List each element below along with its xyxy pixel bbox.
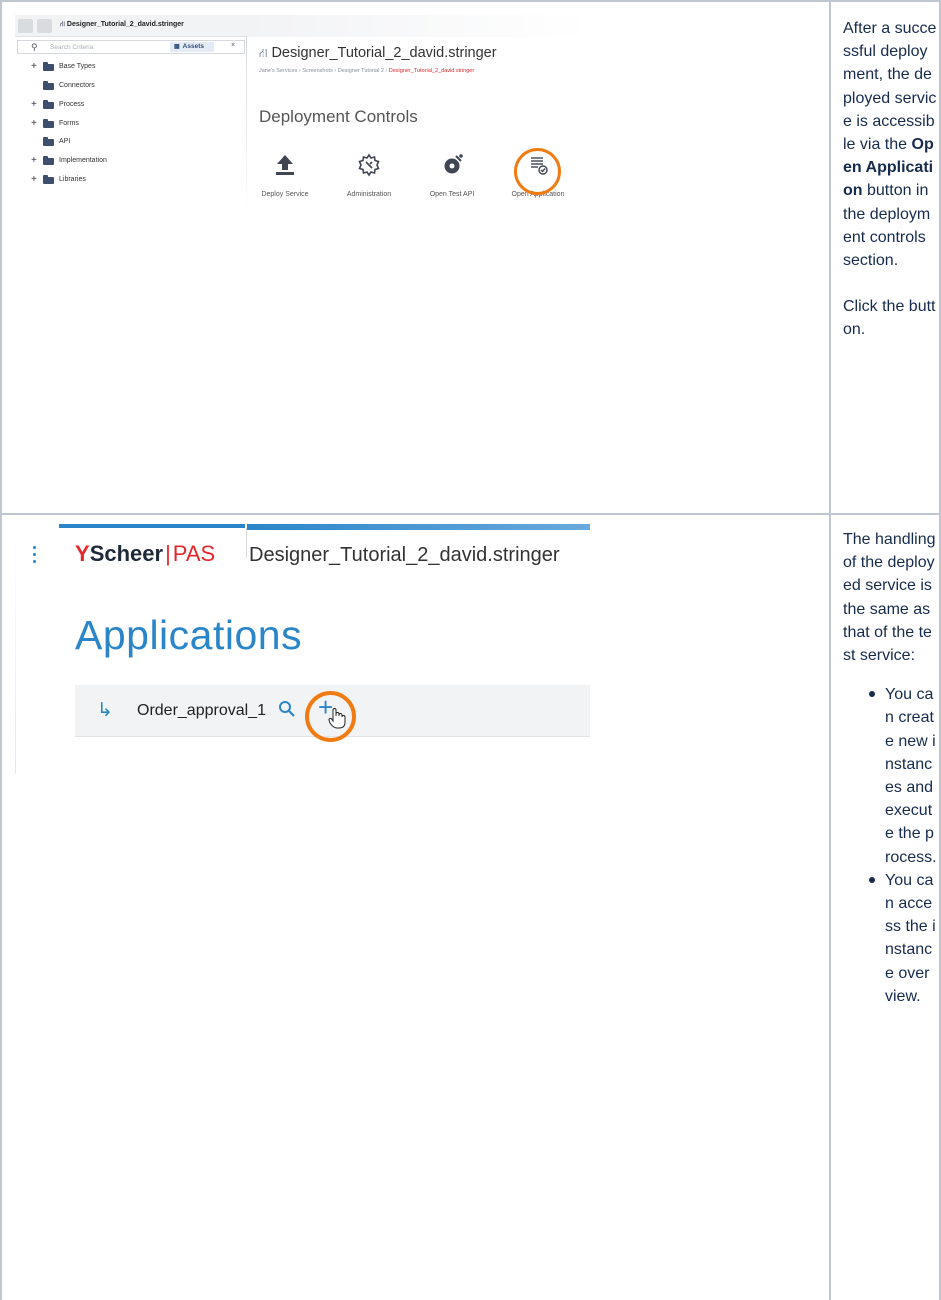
tree-item-label: Libraries	[59, 176, 86, 183]
row2-bullet-list: You can create new instances and execute…	[843, 683, 937, 1008]
expand-icon[interactable]: +	[31, 99, 37, 110]
logo-product: PAS	[172, 541, 216, 566]
service-title-label: Designer_Tutorial_2_david.stringer	[271, 45, 497, 61]
service-title: Designer_Tutorial_2_david.stringer	[249, 544, 560, 566]
folder-icon	[43, 100, 54, 109]
logo-mark-icon: Y	[75, 541, 90, 566]
grid-icon: ▦	[174, 44, 180, 50]
tree-item-label: Base Types	[59, 63, 96, 70]
tree-item-label: Process	[59, 101, 85, 108]
application-name[interactable]: Order_approval_1	[137, 702, 266, 720]
list-item: You can access the instance overview.	[843, 869, 937, 1008]
header-divider	[246, 528, 247, 558]
logo-separator: |	[165, 541, 171, 566]
left-divider	[15, 529, 16, 774]
screenshot-applications: YScheer|PAS Designer_Tutorial_2_david.st…	[15, 524, 590, 774]
documentation-table: After a successful deployment, the deplo…	[0, 0, 941, 1300]
assets-filter-button[interactable]: ▦ Assets	[170, 42, 214, 52]
breadcrumb-item[interactable]: Designer Tutorial 2	[338, 68, 384, 74]
highlight-circle	[305, 691, 356, 742]
assets-label: Assets	[182, 43, 204, 50]
expand-icon[interactable]: +	[31, 174, 37, 185]
folder-icon	[43, 62, 54, 71]
open-test-api-button[interactable]: Open Test API	[412, 153, 492, 203]
deploy-service-button[interactable]: Deploy Service	[245, 153, 325, 203]
highlight-circle	[514, 148, 561, 195]
upload-icon	[276, 155, 294, 175]
settings-icon[interactable]	[37, 19, 52, 33]
close-icon[interactable]: ×	[231, 42, 235, 49]
row2-text-intro: The handling of the deployed service is …	[843, 531, 936, 665]
menu-icon[interactable]	[33, 546, 37, 564]
breadcrumb-current: Designer_Tutorial_2_david.stringer	[388, 68, 475, 74]
api-gear-icon	[444, 154, 463, 174]
row1-text-instruction: Click the button.	[843, 298, 936, 339]
service-tree-icon: ⛙	[60, 21, 65, 28]
control-label: Open Test API	[429, 191, 475, 198]
folder-icon[interactable]	[18, 19, 33, 33]
search-icon[interactable]: ⚲	[31, 42, 38, 53]
header-accent-bar	[59, 524, 245, 528]
header-accent-bar	[247, 524, 590, 530]
search-icon[interactable]	[278, 700, 296, 718]
topbar-fill	[247, 15, 590, 37]
table-border-top	[0, 0, 941, 2]
service-title: ⛙ Designer_Tutorial_2_david.stringer	[259, 45, 497, 62]
implementation-folder-icon	[43, 156, 54, 165]
page-title: Applications	[75, 612, 303, 658]
expand-icon[interactable]: +	[31, 61, 37, 72]
service-tab[interactable]: ⛙ Designer_Tutorial_2_david.stringer	[60, 20, 184, 29]
folder-icon	[43, 81, 54, 90]
search-input[interactable]: Search Criteria	[50, 44, 93, 51]
row1-text-intro: After a successful deployment, the deplo…	[843, 20, 937, 154]
row2-description: The handling of the deployed service is …	[843, 528, 937, 1008]
expand-icon[interactable]: +	[31, 118, 37, 129]
control-label: Administration	[346, 191, 392, 198]
subdirectory-arrow-icon: ↳	[97, 700, 113, 721]
tree-item-label: Implementation	[59, 157, 107, 164]
search-bar[interactable]: ⚲ Search Criteria ▦ Assets ×	[17, 40, 245, 54]
tree-item-label: Forms	[59, 120, 79, 127]
designer-topbar: ⛙ Designer_Tutorial_2_david.stringer	[15, 15, 247, 37]
folder-icon	[43, 119, 54, 128]
table-row-divider	[0, 513, 941, 515]
service-tree-icon: ⛙	[259, 46, 268, 60]
table-column-divider	[829, 0, 831, 1300]
breadcrumb-item[interactable]: Jane's Services	[259, 68, 297, 74]
breadcrumb: Jane's Services › Screenshots › Designer…	[259, 68, 475, 74]
table-border-left	[0, 0, 2, 1300]
list-item: You can create new instances and execute…	[843, 683, 937, 869]
screenshot-deployment-controls: ⛙ Designer_Tutorial_2_david.stringer ⚲ Se…	[15, 15, 590, 215]
service-tab-label: Designer_Tutorial_2_david.stringer	[66, 21, 184, 28]
folder-icon	[43, 137, 54, 146]
breadcrumb-item[interactable]: Screenshots	[302, 68, 333, 74]
administration-button[interactable]: Administration	[329, 153, 409, 203]
folder-icon	[43, 175, 54, 184]
tree-item-label: API	[59, 138, 71, 145]
row1-description: After a successful deployment, the deplo…	[843, 17, 937, 342]
section-title: Deployment Controls	[259, 107, 418, 126]
scheer-pas-logo: YScheer|PAS	[75, 541, 215, 567]
tree-item-label: Connectors	[59, 82, 95, 89]
expand-icon[interactable]: +	[31, 155, 37, 166]
logo-text: Scheer	[89, 541, 164, 566]
control-label: Deploy Service	[261, 191, 309, 198]
gear-wrench-icon	[358, 153, 380, 177]
